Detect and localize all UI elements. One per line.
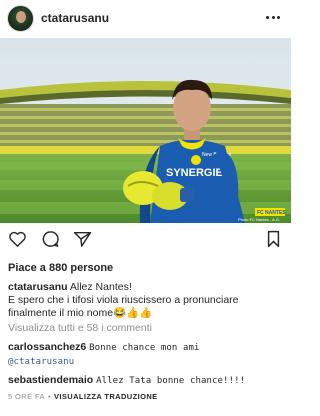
comment-item: carlossanchez6 Bonne chance mon ami @cta… (8, 341, 283, 369)
separator: • (47, 392, 51, 401)
comment-username[interactable]: sebastiendemaio (8, 374, 93, 386)
comment-item: sebastiendemaio Allez Tata bonne chance!… (8, 374, 283, 388)
comment-text: Allez Tata bonne chance!!!! (96, 376, 246, 386)
post-header: ctatarusanu (0, 0, 291, 38)
view-all-comments-link[interactable]: Visualizza tutti e 58 i commenti (8, 322, 152, 335)
post-photo[interactable]: SYNERGIE New Balance FC NANTES Photo FC … (0, 38, 291, 223)
caption-line-1: Allez Nantes! (69, 281, 132, 293)
comment-text: Bonne chance mon ami (89, 343, 200, 353)
jersey-sponsor: SYNERGIE (166, 167, 223, 179)
club-badge: FC NANTES (257, 210, 286, 216)
caption-emoji: 😂👍👍 (113, 307, 153, 319)
view-translation-link[interactable]: VISUALIZZA TRADUZIONE (54, 392, 158, 401)
comment-icon[interactable] (41, 230, 60, 248)
post-username[interactable]: ctatarusanu (41, 11, 109, 25)
avatar[interactable] (7, 5, 34, 32)
caption-username[interactable]: ctatarusanu (8, 281, 68, 293)
post-caption: ctatarusanu Allez Nantes! E spero che i … (8, 281, 283, 320)
likes-count[interactable]: Piace a 880 persone (8, 262, 113, 275)
photo-credit: Photo FC Nantes - A.G. (238, 217, 280, 222)
comment-username[interactable]: carlossanchez6 (8, 341, 86, 353)
share-icon[interactable] (73, 230, 92, 248)
comment-mention[interactable]: @ctatarusanu (8, 357, 74, 367)
heart-icon[interactable] (8, 230, 27, 248)
caption-line-3: finalmente il mio nome (8, 307, 114, 319)
post-footer: 5 ORE FA • VISUALIZZA TRADUZIONE (8, 392, 158, 401)
more-options-icon[interactable] (266, 10, 280, 24)
action-bar (0, 228, 291, 254)
caption-line-2: E spero che i tifosi viola riuscissero a… (8, 294, 239, 306)
bookmark-icon[interactable] (266, 230, 281, 248)
post-timestamp: 5 ORE FA (8, 392, 45, 401)
